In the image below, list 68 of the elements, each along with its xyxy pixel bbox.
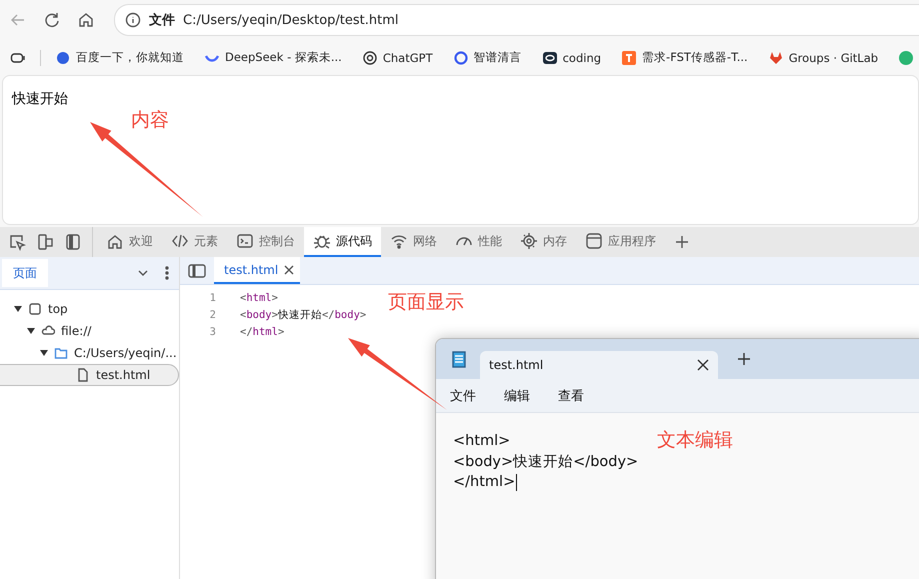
sidebar-tab[interactable]: 页面 (2, 259, 48, 287)
info-icon (125, 12, 141, 28)
devtools-tab[interactable]: 源代码 (304, 227, 381, 257)
devtools-tab[interactable]: 欢迎 (97, 227, 162, 257)
close-icon[interactable] (697, 359, 709, 371)
menu-item[interactable]: 文件 (450, 386, 476, 404)
notepad-icon (452, 350, 466, 368)
bookmark-link[interactable]: 需求-FST传感器-T... (621, 50, 748, 66)
line-number: 1 (208, 292, 217, 304)
tree-item[interactable]: top (0, 298, 179, 320)
devtools-tab[interactable]: 网络 (381, 227, 446, 257)
file-icon (76, 368, 90, 382)
code-line: </html> (240, 326, 284, 338)
sidebar-toggle-icon[interactable] (188, 264, 206, 278)
address-bar[interactable]: 文件 C:/Users/yeqin/Desktop/test.html (114, 4, 919, 36)
inspect-icon[interactable] (8, 233, 26, 251)
text-area[interactable]: <html> <body>快速开始</body> </html> (436, 413, 642, 492)
code-icon (171, 232, 189, 250)
annotation-label: 文本编辑 (657, 428, 733, 453)
expand-triangle-icon (14, 305, 22, 313)
site-icon (768, 50, 784, 66)
site-icon (542, 50, 558, 66)
menu-item[interactable]: 编辑 (504, 386, 530, 404)
bookmark-link[interactable]: 百度一下，你就知道 (55, 50, 184, 66)
more-options-icon[interactable] (165, 266, 169, 280)
bookmark-link[interactable]: 智谱清言 (452, 50, 522, 66)
console-icon (236, 232, 254, 250)
scheme-label: 文件 (149, 12, 175, 29)
bookmark-link[interactable]: coding (542, 50, 602, 66)
bookmark-link[interactable]: Groups · GitLab (768, 50, 878, 66)
dock-side-icon[interactable] (64, 233, 82, 251)
devtools-tab[interactable]: 控制台 (227, 227, 304, 257)
code-line: <body>快速开始</body> (240, 308, 366, 322)
folder-icon (54, 346, 68, 360)
frame-icon (28, 302, 42, 316)
devtools-tab[interactable]: 元素 (162, 227, 227, 257)
devtools-tab[interactable]: 性能 (446, 227, 511, 257)
tree-item[interactable]: file:// (13, 320, 179, 342)
menu-item[interactable]: 查看 (558, 386, 584, 404)
site-icon (55, 50, 71, 66)
close-icon[interactable] (284, 264, 294, 274)
site-icon (452, 50, 469, 66)
plus-icon[interactable] (675, 235, 689, 249)
device-icon[interactable] (36, 233, 54, 251)
url-text: C:/Users/yeqin/Desktop/test.html (183, 12, 398, 28)
line-number: 2 (208, 308, 217, 320)
file-tab[interactable]: test.html (214, 257, 300, 284)
devtools-tab[interactable]: 应用程序 (576, 227, 665, 257)
annotation-label: 页面显示 (388, 290, 464, 315)
expand-triangle-icon (40, 349, 48, 357)
expand-triangle-icon (27, 327, 35, 335)
tree-item[interactable]: test.html (0, 364, 179, 386)
annotation-label: 内容 (131, 108, 169, 133)
site-icon (362, 50, 378, 66)
window-icon (585, 232, 603, 250)
text-cursor (516, 474, 518, 491)
line-number: 3 (208, 326, 217, 338)
chip-icon (520, 232, 538, 250)
bookmark-link[interactable]: ChatGPT (362, 50, 433, 66)
notepad-tab[interactable]: test.html (480, 351, 718, 379)
code-line: <html> (240, 292, 278, 304)
site-icon (621, 50, 638, 66)
tree-item[interactable]: C:/Users/yeqin/... (26, 342, 179, 364)
tab-title: test.html (489, 358, 544, 372)
bookmark-link[interactable]: DeepSeek - 探索未... (204, 50, 342, 66)
devtools-tab[interactable]: 内存 (511, 227, 576, 257)
plus-icon[interactable] (738, 352, 750, 364)
page-heading: 快速开始 (12, 91, 68, 107)
